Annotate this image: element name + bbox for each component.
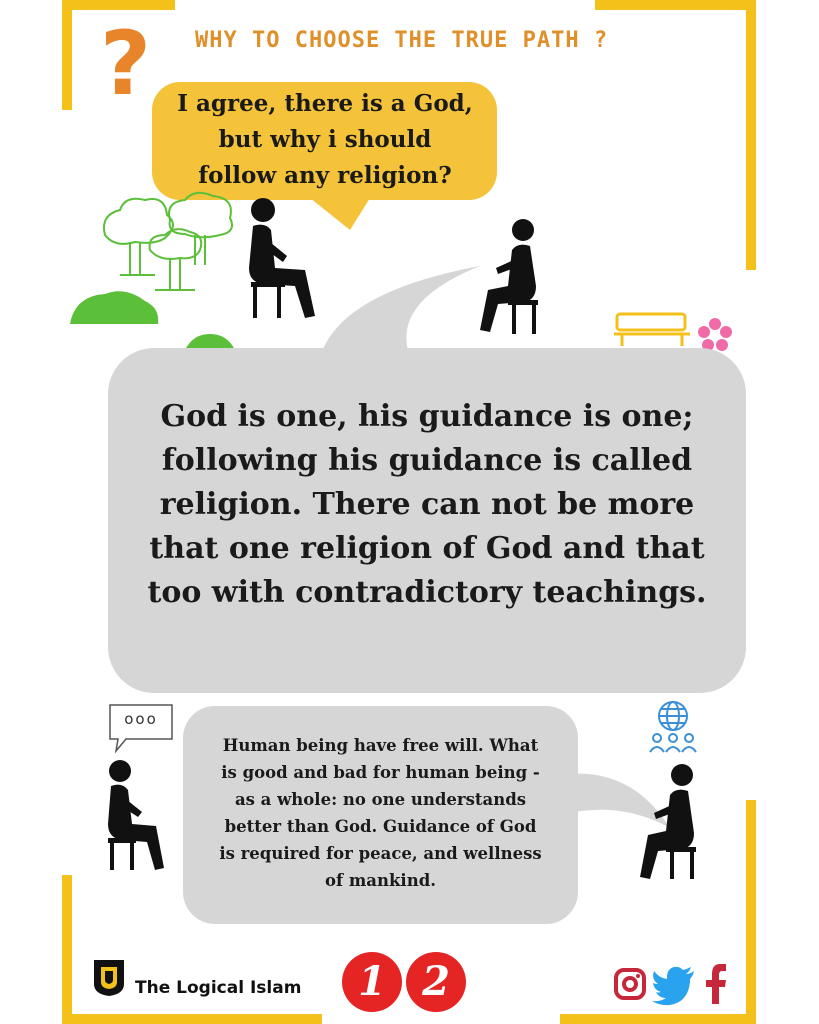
flower-icon: [698, 318, 732, 351]
followup-line: is good and bad for human being -: [221, 763, 540, 782]
frame-bottom-right-bar: [560, 1014, 756, 1024]
frame-top-left-bar: [70, 0, 175, 10]
followup-line: Human being have free will. What: [222, 736, 539, 755]
followup-text: Human being have free will. What is good…: [190, 732, 571, 894]
seated-person-lower-left-icon: [108, 760, 164, 870]
bench-icon: [614, 312, 690, 346]
question-line: I agree, there is a God,: [177, 90, 473, 117]
frame-left-upper-bar: [62, 0, 72, 110]
twitter-icon[interactable]: [652, 966, 696, 1006]
seated-person-lower-right-icon: [640, 764, 696, 879]
frame-bottom-left-bar: [62, 1014, 322, 1024]
page-title: WHY TO CHOOSE THE TRUE PATH ?: [195, 28, 609, 53]
frame-right-lower-bar: [746, 800, 756, 1024]
brand-name: The Logical Islam: [135, 978, 302, 998]
page-number-digit: 1: [342, 952, 402, 1012]
question-line: but why i should: [218, 126, 432, 153]
answer-line: God is one, his guidance is one;: [160, 399, 694, 434]
thought-bubble-dots: ooo: [124, 710, 158, 728]
followup-line: as a whole: no one understands: [234, 790, 527, 809]
followup-line: of mankind.: [325, 871, 436, 890]
brand-shield-logo: [94, 960, 124, 996]
instagram-icon[interactable]: [614, 968, 646, 1000]
answer-line: too with contradictory teachings.: [147, 575, 707, 610]
bush-left: [70, 291, 159, 324]
facebook-icon[interactable]: [702, 962, 728, 1004]
question-line: follow any religion?: [198, 162, 452, 189]
infographic-page: ? WHY TO CHOOSE THE TRUE PATH ? I agree,…: [0, 0, 819, 1024]
globe-community-icon: [649, 701, 697, 753]
followup-line: better than God. Guidance of God: [224, 817, 537, 836]
answer-line: religion. There can not be more: [159, 487, 695, 522]
answer-text: God is one, his guidance is one; followi…: [118, 395, 736, 615]
followup-line: is required for peace, and wellness: [219, 844, 542, 863]
answer-line: that one religion of God and that: [149, 531, 705, 566]
answer-bubble-tail: [320, 266, 480, 357]
answer-line: following his guidance is called: [161, 443, 693, 478]
question-text: I agree, there is a God, but why i shoul…: [160, 86, 490, 194]
frame-left-lower-bar: [62, 875, 72, 1024]
page-number-digit: 2: [406, 952, 466, 1012]
trees-illustration: [103, 191, 233, 291]
frame-right-upper-bar: [746, 0, 756, 270]
frame-top-right-bar: [595, 0, 755, 10]
